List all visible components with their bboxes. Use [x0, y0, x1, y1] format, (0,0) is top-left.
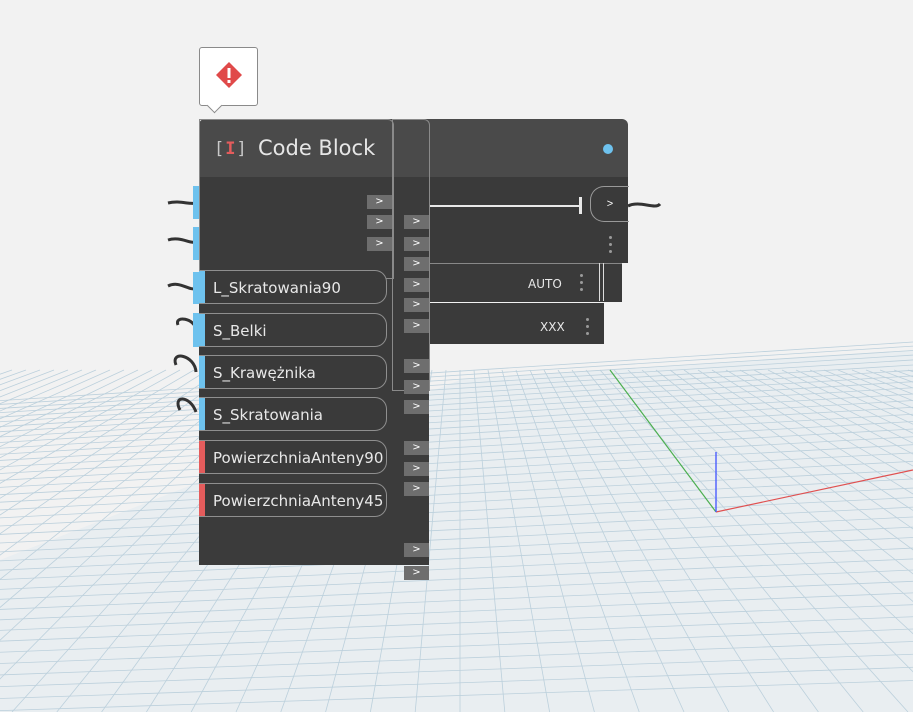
output-port-button[interactable]: >	[404, 298, 429, 312]
output-port-button[interactable]: >	[404, 257, 429, 271]
input-port-color-bar	[199, 484, 205, 516]
output-port-button[interactable]: >	[404, 237, 429, 251]
input-port-row[interactable]: S_Krawężnika	[199, 355, 387, 389]
input-port-label: S_Krawężnika	[213, 364, 316, 382]
status-dot	[603, 144, 613, 154]
code-block-icon: [I]	[214, 139, 248, 159]
input-port-marker	[193, 227, 199, 260]
back-node-xxx[interactable]	[430, 303, 604, 344]
output-port-button[interactable]: >	[404, 215, 429, 229]
input-port-color-bar	[199, 441, 205, 473]
canvas-grid	[0, 0, 913, 712]
more-icon[interactable]	[609, 236, 613, 257]
output-port-button[interactable]: >	[404, 319, 429, 333]
slider-handle[interactable]	[579, 197, 582, 214]
output-port-button[interactable]: >	[404, 400, 429, 414]
input-port-row[interactable]: PowierzchniaAnteny90	[199, 440, 387, 474]
input-port-color-bar	[199, 271, 205, 303]
input-port-row[interactable]: PowierzchniaAnteny45	[199, 483, 387, 517]
input-port-label: PowierzchniaAnteny45	[213, 492, 384, 510]
node-title: Code Block	[258, 136, 376, 160]
input-port-label: L_Skratowania90	[213, 279, 341, 297]
auto-label: AUTO	[528, 277, 562, 291]
back-node-auto[interactable]	[430, 263, 622, 302]
output-port-button[interactable]: >	[404, 566, 429, 580]
output-port-button[interactable]: >	[404, 482, 429, 496]
input-port-label: PowierzchniaAnteny90	[213, 449, 384, 467]
output-port-button[interactable]: >	[404, 543, 429, 557]
xxx-label: XXX	[540, 320, 565, 334]
more-icon[interactable]	[586, 318, 590, 339]
output-port-button[interactable]: >	[404, 359, 429, 373]
input-port-label: S_Belki	[213, 322, 267, 340]
input-port-color-bar	[199, 356, 205, 388]
node-outline	[392, 119, 430, 391]
slider-track[interactable]	[430, 205, 582, 207]
output-port-button[interactable]: >	[367, 195, 392, 209]
input-port-color-bar	[199, 398, 205, 430]
warning-diamond-icon	[216, 62, 242, 88]
input-port-row[interactable]: S_Skratowania	[199, 397, 387, 431]
output-port-button[interactable]: >	[404, 462, 429, 476]
more-icon[interactable]	[580, 274, 584, 295]
input-port-row[interactable]: S_Belki	[199, 313, 387, 347]
input-port-color-bar	[199, 314, 205, 346]
output-port[interactable]: >	[590, 186, 629, 222]
input-port-row[interactable]: L_Skratowania90	[199, 270, 387, 304]
input-port-marker	[193, 186, 199, 219]
output-port-button[interactable]: >	[367, 215, 392, 229]
output-port-button[interactable]: >	[404, 380, 429, 394]
output-port-button[interactable]: >	[404, 441, 429, 455]
input-port-label: S_Skratowania	[213, 406, 323, 424]
output-port-button[interactable]: >	[367, 237, 392, 251]
output-port-button[interactable]: >	[404, 278, 429, 292]
